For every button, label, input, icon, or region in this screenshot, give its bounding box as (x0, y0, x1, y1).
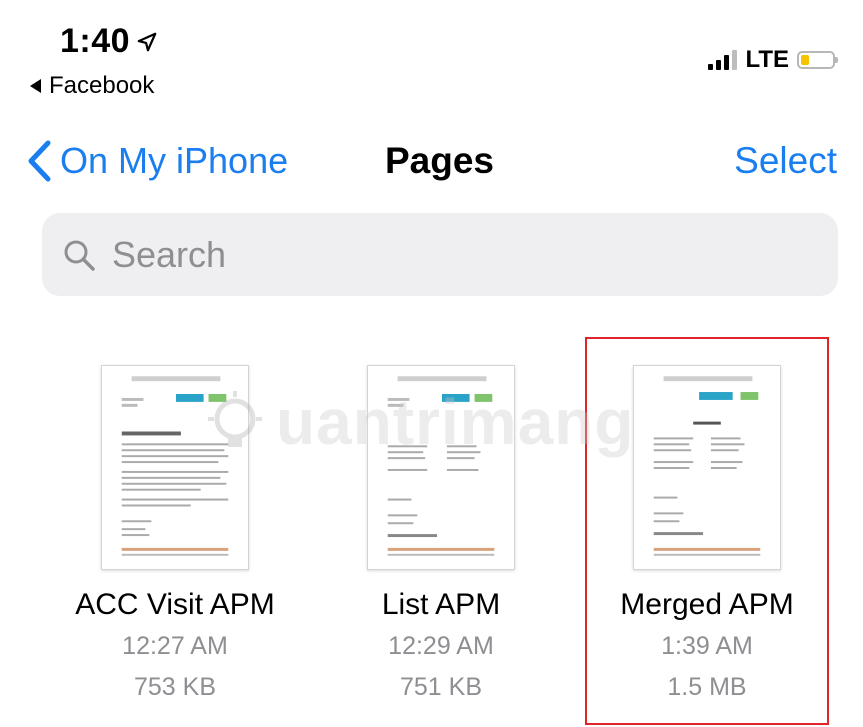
time-label: 1:40 (60, 22, 131, 60)
back-button[interactable]: On My iPhone (24, 138, 288, 184)
back-button-label: On My iPhone (60, 140, 289, 181)
status-time: 1:40 (60, 22, 158, 61)
location-arrow-icon (137, 32, 157, 51)
search-input[interactable] (110, 232, 714, 277)
file-time: 12:29 AM (388, 632, 494, 660)
back-app-label: Facebook (49, 72, 155, 99)
document-preview-icon (387, 376, 495, 556)
file-time: 12:27 AM (122, 632, 228, 660)
file-name: ACC Visit APM (75, 588, 275, 621)
search-bar[interactable] (42, 213, 838, 296)
status-indicators: LTE (708, 46, 838, 74)
select-button[interactable]: Select (734, 140, 837, 182)
back-triangle-icon (30, 79, 41, 93)
signal-icon (708, 50, 738, 70)
selection-highlight (585, 337, 829, 725)
file-item[interactable]: ACC Visit APM 12:27 AM 753 KB (45, 365, 305, 702)
chevron-left-icon (28, 140, 51, 182)
document-preview-icon (121, 376, 229, 556)
file-size: 751 KB (399, 673, 482, 701)
network-label: LTE (745, 46, 789, 73)
file-thumbnail[interactable] (367, 365, 515, 570)
file-size: 753 KB (133, 673, 216, 701)
battery-icon (797, 51, 838, 69)
search-icon (64, 240, 95, 271)
page-title: Pages (385, 140, 495, 181)
file-item[interactable]: List APM 12:29 AM 751 KB (311, 365, 571, 702)
back-to-app[interactable]: Facebook (30, 72, 154, 100)
file-name: List APM (381, 588, 501, 621)
file-thumbnail[interactable] (101, 365, 249, 570)
